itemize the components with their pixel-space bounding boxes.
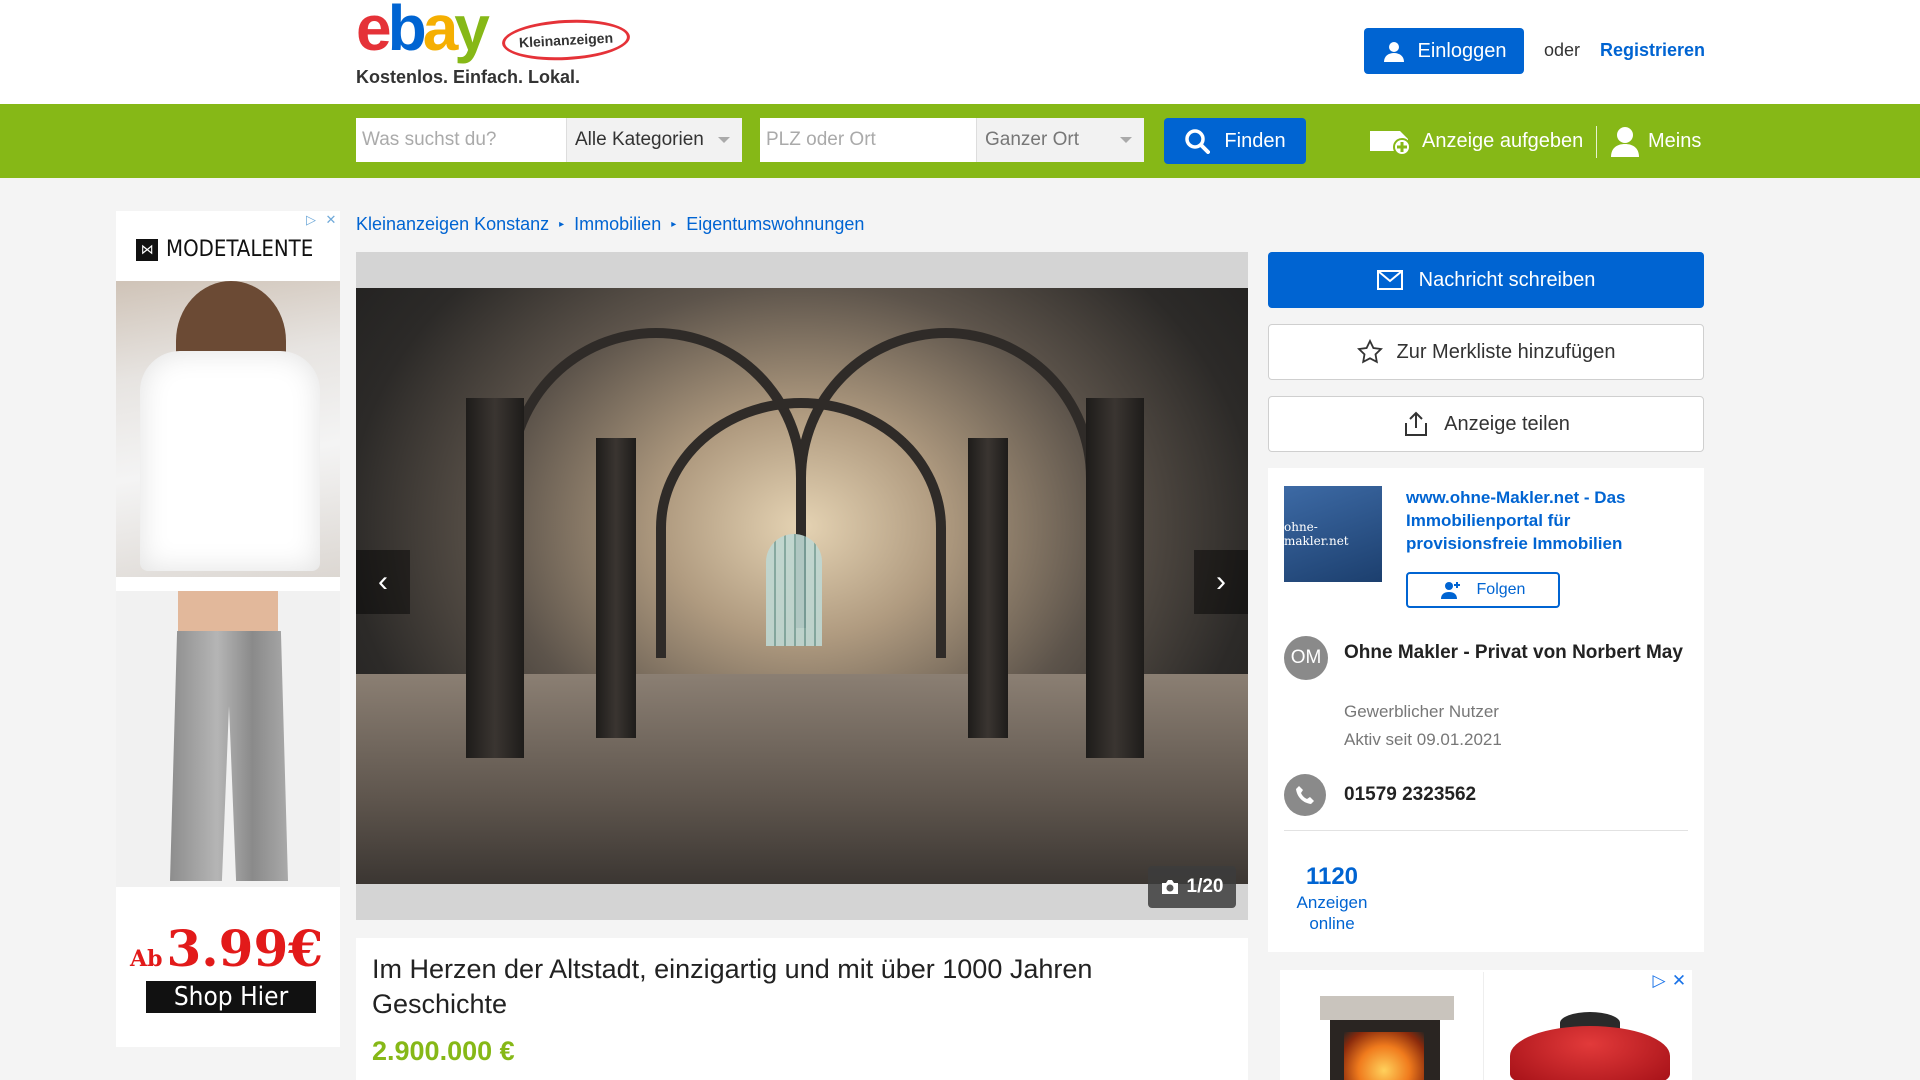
user-icon — [1383, 42, 1404, 62]
breadcrumb-item-category[interactable]: Immobilien — [574, 214, 661, 235]
radius-select-value: Ganzer Ort — [985, 129, 1079, 150]
tagline: Kostenlos. Einfach. Lokal. — [356, 67, 581, 87]
listing-title: Im Herzen der Altstadt, einzigartig und … — [372, 954, 1093, 1019]
write-message-button[interactable]: Nachricht schreiben — [1268, 252, 1704, 308]
account-label: Meins — [1648, 129, 1702, 152]
find-button[interactable]: Finden — [1164, 118, 1306, 164]
header-divider — [1596, 126, 1597, 158]
share-icon — [1405, 411, 1428, 436]
phone-icon — [1284, 774, 1326, 816]
chevron-right-icon: › — [1216, 565, 1226, 598]
seller-avatar[interactable]: OM — [1284, 636, 1328, 680]
register-link[interactable]: Registrieren — [1600, 40, 1705, 61]
close-icon[interactable]: ✕ — [1670, 971, 1688, 990]
user-icon — [1611, 127, 1639, 157]
ads-count-label: Anzeigen online — [1296, 893, 1368, 933]
login-button[interactable]: Einloggen — [1364, 28, 1524, 74]
find-label: Finden — [1224, 129, 1286, 152]
post-ad-icon — [1370, 131, 1411, 156]
seller-name[interactable]: Ohne Makler - Privat von Norbert May — [1344, 638, 1684, 668]
seller-type: Gewerblicher Nutzer — [1344, 702, 1499, 721]
share-label: Anzeige teilen — [1444, 412, 1570, 435]
radius-select[interactable]: Ganzer Ort — [976, 118, 1144, 162]
search-input[interactable]: Was suchst du? — [356, 118, 568, 162]
watchlist-label: Zur Merkliste hinzufügen — [1396, 340, 1616, 363]
ebay-logo-text: ebay — [356, 0, 490, 64]
share-ad-button[interactable]: Anzeige teilen — [1268, 396, 1704, 452]
add-to-watchlist-button[interactable]: Zur Merkliste hinzufügen — [1268, 324, 1704, 380]
ad-price-prefix: Ab — [130, 946, 163, 972]
adchoices-icon[interactable]: ▷ — [1650, 971, 1668, 990]
write-message-label: Nachricht schreiben — [1418, 268, 1596, 291]
breadcrumb-separator-icon: ▸ — [559, 219, 565, 230]
ad-product-image-bottom — [116, 591, 340, 887]
listing-photo[interactable] — [356, 288, 1248, 884]
follow-button[interactable]: Folgen — [1406, 572, 1560, 608]
ad-choices[interactable]: ▷ ✕ — [302, 211, 340, 229]
image-counter-label: 1/20 — [1186, 876, 1224, 897]
ad-brand-label: MODETALENTE — [166, 237, 314, 262]
breadcrumb-separator-icon: ▸ — [671, 219, 677, 230]
seller-website-link[interactable]: www.ohne-Makler.net - Das Immobilienport… — [1406, 486, 1696, 555]
seller-ads-count[interactable]: 1120 Anzeigen online — [1284, 862, 1380, 934]
chevron-down-icon — [718, 137, 730, 143]
ad-fireplace-image — [1284, 972, 1484, 1080]
seller-logo[interactable]: ohne-makler.net — [1284, 486, 1382, 582]
listing-price: 2.900.000 € — [372, 1036, 515, 1066]
left-ad-banner[interactable]: ▷ ✕ ⋈ MODETALENTE Ab 3.99€ Shop Hier — [116, 211, 340, 1047]
ad-choices[interactable]: ▷ ✕ — [1650, 971, 1688, 990]
previous-image-button[interactable]: ‹ — [356, 550, 410, 614]
image-counter: 1/20 — [1148, 866, 1236, 908]
chevron-down-icon — [1120, 137, 1132, 143]
ad-brand: ⋈ MODETALENTE — [136, 237, 313, 262]
breadcrumb-item-location[interactable]: Kleinanzeigen Konstanz — [356, 214, 549, 235]
category-select[interactable]: Alle Kategorien — [566, 118, 742, 162]
adchoices-icon[interactable]: ▷ — [302, 211, 320, 229]
location-input[interactable]: PLZ oder Ort — [760, 118, 978, 162]
next-image-button[interactable]: › — [1194, 550, 1248, 614]
listing-summary: Im Herzen der Altstadt, einzigartig und … — [356, 938, 1248, 1080]
or-label: oder — [1544, 40, 1581, 60]
category-select-value: Alle Kategorien — [575, 129, 704, 150]
ads-count-number: 1120 — [1305, 863, 1359, 890]
post-ad-button[interactable]: Anzeige aufgeben — [1366, 126, 1583, 156]
camera-icon — [1161, 880, 1178, 894]
ad-product-image-top — [116, 281, 340, 577]
brand-mark-icon: ⋈ — [136, 238, 158, 261]
search-icon — [1185, 129, 1211, 154]
kleinanzeigen-logo-badge: Kleinanzeigen — [501, 16, 631, 64]
chevron-left-icon: ‹ — [378, 565, 388, 598]
seller-divider — [1284, 830, 1688, 831]
ad-price: Ab 3.99€ — [130, 919, 323, 978]
search-bar: Was suchst du? Alle Kategorien PLZ oder … — [0, 104, 1920, 178]
envelope-icon — [1376, 270, 1403, 290]
breadcrumb-item-subcategory[interactable]: Eigentumswohnungen — [686, 214, 864, 235]
image-gallery: ‹ › 1/20 — [356, 252, 1248, 920]
ad-price-amount: 3.99€ — [166, 919, 324, 978]
star-icon — [1356, 339, 1383, 364]
breadcrumb: Kleinanzeigen Konstanz ▸ Immobilien ▸ Ei… — [356, 214, 864, 235]
follow-label: Folgen — [1476, 581, 1526, 598]
seller-active-since: Aktiv seit 09.01.2021 — [1344, 730, 1502, 749]
seller-phone-number[interactable]: 01579 2323562 — [1344, 784, 1476, 806]
add-user-icon — [1440, 582, 1460, 599]
seller-panel: ohne-makler.net www.ohne-Makler.net - Da… — [1268, 468, 1704, 952]
post-ad-label: Anzeige aufgeben — [1422, 129, 1584, 152]
top-header: ebay Kleinanzeigen Kostenlos. Einfach. L… — [0, 0, 1920, 104]
close-icon[interactable]: ✕ — [322, 211, 340, 229]
ad-shop-button[interactable]: Shop Hier — [146, 981, 316, 1013]
login-label: Einloggen — [1417, 39, 1507, 62]
right-ad-banner[interactable]: ▷ ✕ — [1280, 970, 1692, 1080]
ebay-kleinanzeigen-logo[interactable]: ebay Kleinanzeigen — [356, 0, 646, 64]
account-menu[interactable]: Meins — [1610, 126, 1702, 157]
